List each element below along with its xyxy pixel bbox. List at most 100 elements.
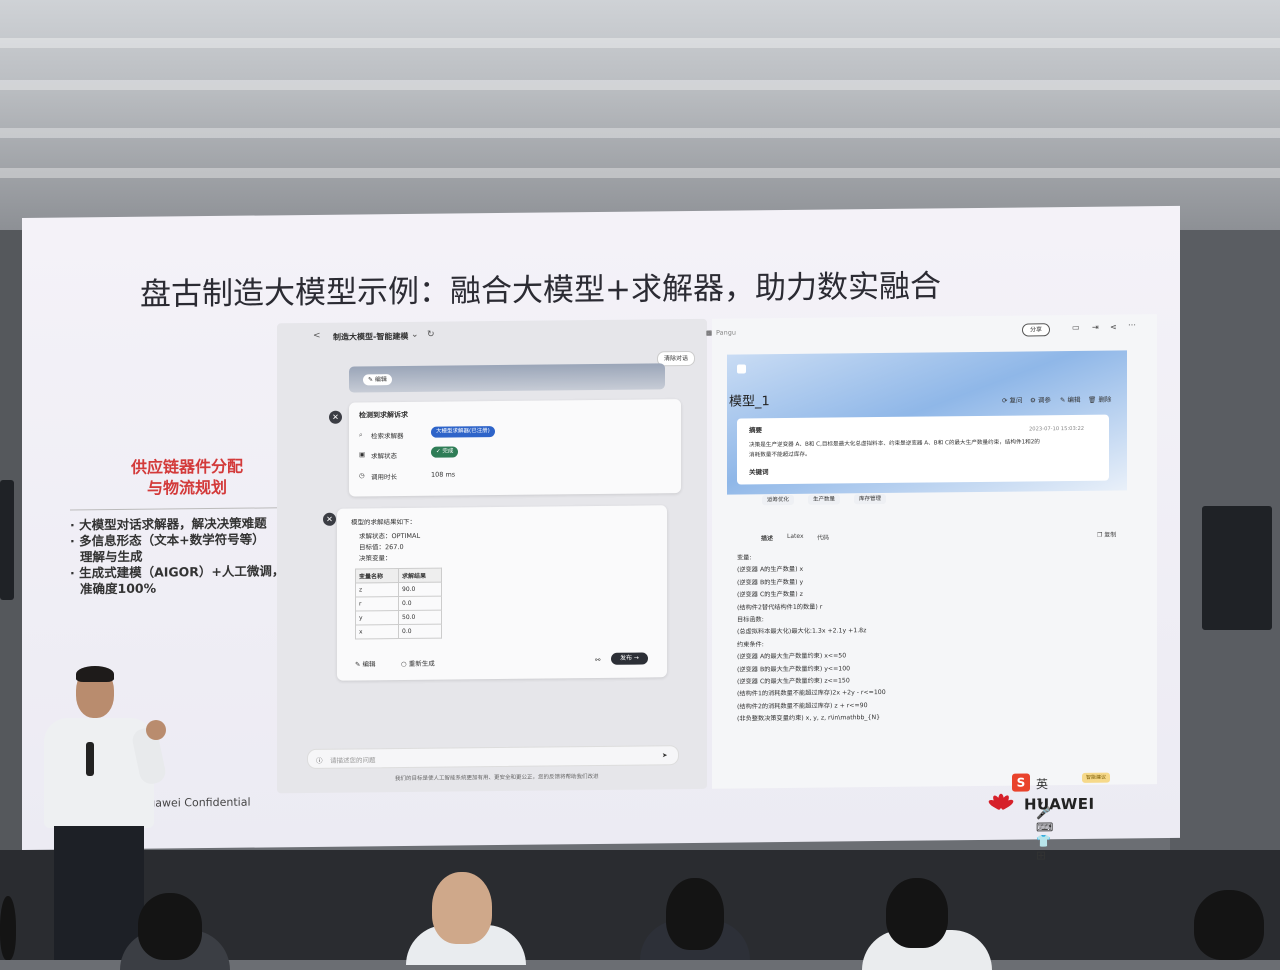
column-header: 求解结果	[398, 568, 442, 583]
action-button[interactable]: ✎ 编辑	[1060, 394, 1081, 404]
status-tag: ✓ 完成	[431, 446, 459, 458]
tab-description[interactable]: 描述	[761, 533, 773, 542]
presenter-hair	[76, 666, 114, 682]
duration-value: 108 ms	[431, 470, 456, 479]
summary-label: 摘要	[749, 426, 762, 435]
row-label: 检索求解器	[371, 432, 404, 441]
help-icon: ⓘ	[316, 756, 323, 765]
keyword-tag: 运筹优化	[762, 494, 795, 506]
table-row: r 0.0	[355, 596, 442, 612]
link-icon[interactable]: ⚯	[595, 656, 600, 664]
share-icon[interactable]: ⋖	[1110, 323, 1117, 332]
chevron-down-icon[interactable]: ⌄	[411, 330, 419, 340]
audience-head	[138, 893, 202, 960]
loudspeaker	[0, 480, 14, 600]
bullet-list: · 大模型对话求解器，解决决策难题 · 多信息形态（文本+数学符号等） 理解与生…	[70, 515, 300, 597]
chat-title: 制造大模型-智能建模	[333, 331, 409, 342]
huawei-wordmark: HUAWEI	[1024, 794, 1095, 814]
model-badge	[737, 364, 746, 374]
table-row: x 0.0	[355, 624, 442, 640]
share-button[interactable]: 分享	[1022, 323, 1051, 337]
model-title: 模型_1	[729, 394, 770, 410]
keyword-tag: 生产数量	[808, 494, 841, 505]
summary-card: 摘要 2023-07-10 15:03:22 决策是生产逆变器 A、B和 C,目…	[737, 414, 1109, 485]
ceiling-light-band	[0, 168, 1280, 178]
action-button[interactable]: ⟳ 复问	[1002, 395, 1023, 405]
action-button[interactable]: 🗑 删除	[1088, 394, 1111, 404]
search-icon: ⌕	[359, 430, 363, 439]
action-button[interactable]: ⚙ 调参	[1030, 394, 1051, 404]
result-item: 决策变量：	[359, 554, 392, 563]
result-item: 求解状态：OPTIMAL	[359, 531, 421, 541]
summary-text: 决策是生产逆变器 A、B和 C,目标是最大化总虚拟料本、约束是逆变器 A、B和 …	[749, 439, 1040, 449]
ime-status[interactable]: 英 ·, 🎤 ⌨ 👕 ⊞	[1036, 775, 1053, 862]
user-message-bubble: ✎ 编辑	[349, 363, 665, 393]
result-table: 变量名称 求解结果 z 90.0 r 0.0 y 50.0 x 0.0	[355, 568, 442, 640]
calendar-icon[interactable]: ▭	[1072, 323, 1080, 332]
projection-screen: 盘古制造大模型示例：融合大模型+求解器，助力数实融合 供应链器件分配 与物流规划…	[22, 205, 1180, 862]
status-icon: ▣	[359, 450, 366, 459]
bullet-item: · 生成式建模（AIGOR）+人工微调，	[70, 563, 285, 581]
export-icon[interactable]: ⇥	[1092, 323, 1099, 332]
solver-tag: 大模型求解器(已注册)	[431, 426, 495, 438]
table-cell: 90.0	[398, 582, 442, 597]
audience-head	[1194, 890, 1264, 960]
red-heading-line: 与物流规划	[146, 477, 227, 498]
edit-button[interactable]: ✎ 编辑	[363, 374, 392, 386]
result-item: 目标值：267.0	[359, 543, 404, 552]
table-cell: r	[355, 596, 399, 612]
keywords-label: 关键词	[749, 468, 769, 477]
microphone	[86, 742, 94, 776]
edit-button[interactable]: ✎ 编辑	[355, 658, 376, 668]
result-intro: 模型的求解结果如下：	[351, 517, 416, 527]
sogou-ime-icon[interactable]: S	[1012, 773, 1030, 792]
table-row: y 50.0	[355, 610, 442, 626]
divider	[70, 507, 280, 511]
audience-head	[0, 896, 16, 960]
audience-head	[432, 872, 492, 944]
copy-button[interactable]: ❐ 复制	[1097, 530, 1116, 539]
description-line: (总虚拟料本最大化)最大化:1.3x +2.1y +1.8z	[737, 627, 867, 636]
send-button[interactable]: 发布 →	[611, 652, 648, 665]
solver-result-card: 模型的求解结果如下： 求解状态：OPTIMAL 目标值：267.0 决策变量： …	[337, 505, 667, 681]
table-cell: 50.0	[398, 610, 442, 625]
chat-input-placeholder: 请描述您的问题	[330, 756, 376, 765]
chat-panel: < 制造大模型-智能建模 ⌄ ↻ 清除对话 ✎ 编辑 ✕ 检测到求解诉求 ⌕ 检…	[277, 318, 707, 794]
card-title: 检测到求解诉求	[359, 410, 408, 420]
ceiling-light-band	[0, 128, 1280, 138]
regenerate-button[interactable]: ○ 重新生成	[401, 658, 435, 668]
table-cell: z	[355, 582, 399, 598]
presenter-trousers	[54, 826, 144, 960]
ceiling	[0, 0, 1280, 230]
loudspeaker	[1202, 506, 1272, 630]
send-icon[interactable]: ➤	[662, 751, 667, 759]
red-heading-line: 供应链器件分配	[130, 456, 243, 477]
timestamp: 2023-07-10 15:03:22	[1029, 425, 1085, 433]
back-icon[interactable]: <	[313, 331, 321, 341]
bot-avatar-icon: ✕	[329, 410, 342, 424]
table-header-row: 变量名称 求解结果	[355, 568, 442, 584]
chat-input[interactable]: ⓘ 请描述您的问题 ➤	[307, 745, 679, 770]
more-icon[interactable]: ⋯	[1128, 320, 1136, 329]
bullet-item: 准确度100%	[80, 580, 157, 597]
disclaimer-text: 我们的目标是使人工智能系统更加有用、更安全和更公正，您的反馈将帮助我们改进	[395, 773, 599, 783]
pangu-logo-icon: ▦	[706, 328, 713, 337]
table-cell: x	[355, 624, 399, 640]
bullet-item: 理解与生成	[80, 548, 143, 565]
tab-code[interactable]: 代码	[817, 533, 829, 542]
audience-head	[666, 878, 724, 950]
table-cell: y	[355, 610, 399, 626]
audience-head	[886, 878, 948, 948]
row-label: 求解状态	[371, 452, 397, 461]
smart-tip-badge[interactable]: 智能建议	[1082, 772, 1111, 783]
keyword-tag: 库存管理	[854, 493, 887, 505]
refresh-icon[interactable]: ↻	[427, 330, 435, 340]
row-label: 调用时长	[371, 473, 397, 482]
presenter-hand	[146, 720, 166, 740]
brand-label: Pangu	[716, 328, 736, 337]
tab-latex[interactable]: Latex	[787, 533, 804, 540]
description-line: (非负整数决策变量约束) x, y, z, r\in\mathbb_{N}	[737, 714, 881, 723]
bot-avatar-icon: ✕	[323, 512, 336, 526]
solver-detect-card: 检测到求解诉求 ⌕ 检索求解器 大模型求解器(已注册) ▣ 求解状态 ✓ 完成 …	[349, 399, 681, 497]
clock-icon: ◷	[359, 471, 365, 480]
